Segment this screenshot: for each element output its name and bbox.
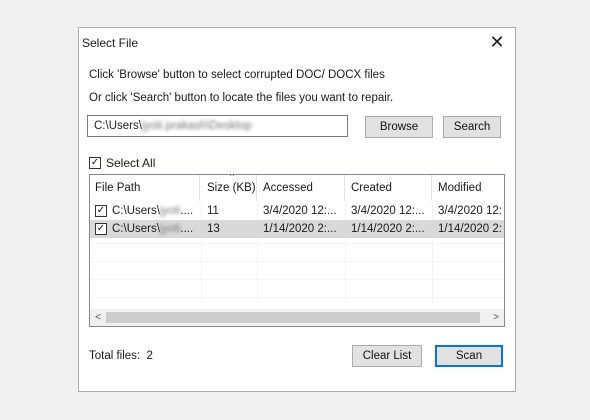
select-all-label: Select All	[106, 156, 156, 170]
column-accessed[interactable]: Accessed	[258, 175, 345, 201]
row-accessed: 1/14/2020 2:...	[263, 223, 337, 235]
row-created: 1/14/2020 2:...	[351, 223, 425, 235]
path-prefix: C:\Users\	[112, 223, 160, 235]
dialog-title: Select File	[82, 36, 139, 50]
close-icon[interactable]: ✕	[487, 32, 507, 52]
total-files: Total files: 2	[89, 350, 153, 362]
path-prefix: C:\Users\	[112, 205, 160, 217]
path-field[interactable]: C:\Users\jyoti.prakash\Desktop	[87, 115, 348, 137]
row-created: 3/4/2020 12:...	[351, 205, 425, 217]
select-all-checkbox[interactable]: ✓	[89, 157, 101, 169]
instruction-line-1: Click 'Browse' button to select corrupte…	[89, 69, 385, 81]
path-prefix: C:\Users\	[94, 120, 142, 132]
scroll-right-icon[interactable]: >	[488, 309, 504, 326]
grid-line	[90, 279, 504, 280]
browse-button[interactable]: Browse	[365, 116, 433, 138]
row-file-path: C:\Users\jyoti....	[112, 220, 200, 238]
row-size: 11	[207, 205, 219, 217]
select-file-dialog: Select File ✕ Click 'Browse' button to s…	[78, 27, 516, 392]
row-size: 13	[207, 223, 220, 235]
file-list[interactable]: File Path Size (KB) ^ Accessed Created M…	[89, 174, 505, 327]
instruction-line-2: Or click 'Search' button to locate the f…	[89, 92, 394, 104]
scrollbar-thumb[interactable]	[106, 312, 480, 323]
path-blurred: jyoti.prakash\Desktop	[141, 120, 252, 132]
scan-button[interactable]: Scan	[435, 345, 503, 367]
select-all[interactable]: ✓ Select All	[89, 156, 155, 170]
row-modified: 1/14/2020 2:	[438, 223, 502, 235]
grid-line	[90, 261, 504, 262]
total-files-label: Total files:	[89, 350, 141, 362]
scroll-left-icon[interactable]: <	[90, 309, 106, 326]
path-blurred: jyoti	[159, 223, 181, 235]
column-modified[interactable]: Modified	[433, 175, 504, 201]
clear-list-button[interactable]: Clear List	[352, 345, 422, 367]
search-button[interactable]: Search	[443, 116, 501, 138]
grid-line	[90, 297, 504, 298]
horizontal-scrollbar[interactable]: < >	[90, 309, 504, 326]
table-row[interactable]: ✓ C:\Users\jyoti.... 13 1/14/2020 2:... …	[90, 220, 504, 238]
table-row[interactable]: ✓ C:\Users\jyoti.... 11 3/4/2020 12:... …	[90, 202, 504, 220]
list-header: File Path Size (KB) ^ Accessed Created M…	[90, 175, 504, 201]
path-suffix: ....	[180, 223, 194, 235]
sort-arrow-icon: ^	[230, 174, 235, 181]
column-created[interactable]: Created	[346, 175, 432, 201]
grid-line	[90, 243, 504, 244]
column-file-path[interactable]: File Path	[90, 175, 200, 201]
row-file-path: C:\Users\jyoti....	[112, 202, 200, 220]
path-suffix: ....	[180, 205, 194, 217]
total-files-count: 2	[146, 350, 153, 362]
path-blurred: jyoti	[159, 205, 181, 217]
row-accessed: 3/4/2020 12:...	[263, 205, 337, 217]
row-checkbox[interactable]: ✓	[95, 223, 107, 235]
row-modified: 3/4/2020 12:	[438, 205, 502, 217]
row-checkbox[interactable]: ✓	[95, 205, 107, 217]
